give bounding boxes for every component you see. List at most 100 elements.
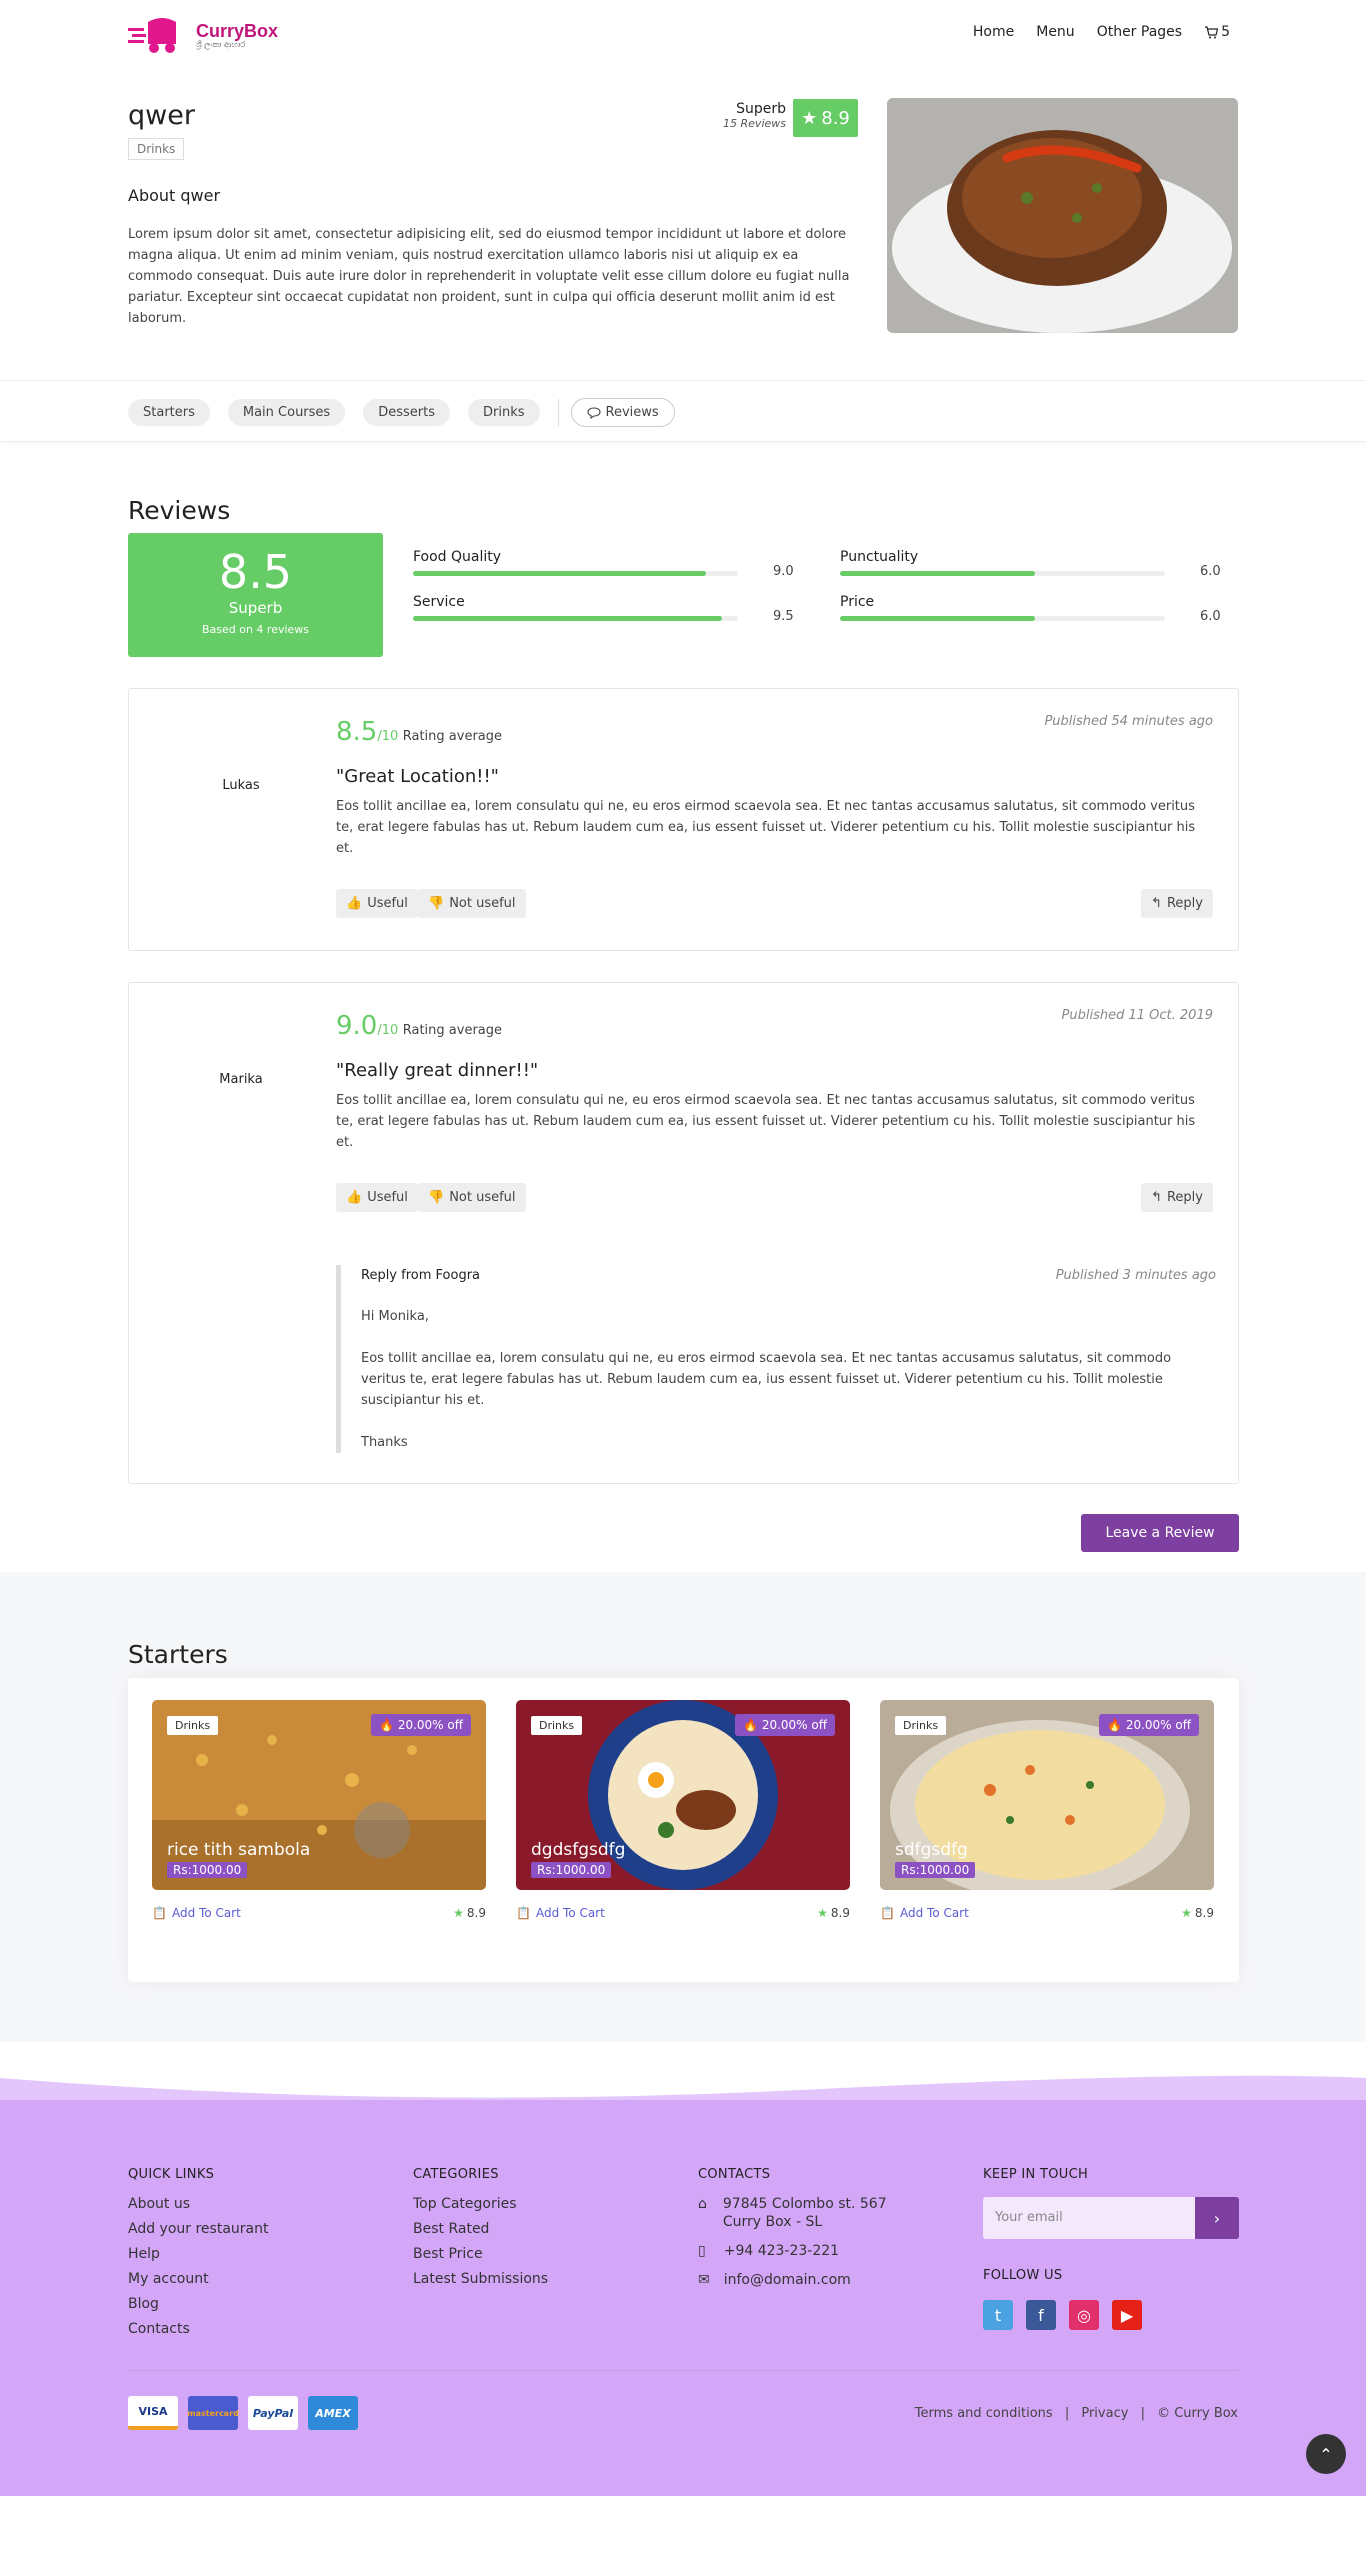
star-icon: ★ <box>1181 1906 1192 1920</box>
footer-link[interactable]: Blog <box>128 2296 268 2312</box>
footer-link[interactable]: My account <box>128 2271 268 2287</box>
tab-starters[interactable]: Starters <box>128 399 210 426</box>
add-to-cart-link[interactable]: 📋 Add To Cart <box>152 1906 241 1920</box>
email-input[interactable]: Your email <box>983 2197 1195 2239</box>
thumbs-up-icon: 👍 <box>346 1190 363 1205</box>
bar-value: 6.0 <box>1200 564 1221 579</box>
useful-button[interactable]: 👍 Useful <box>336 1183 418 1212</box>
review-card: Marika 9.0/10 Rating average Published 1… <box>128 982 1239 1484</box>
product-image: Drinks 🔥 20.00% off dgdsfgsdfg Rs:1000.0… <box>516 1700 850 1890</box>
category-tabs-bar: Starters Main Courses Desserts Drinks Re… <box>0 380 1366 442</box>
add-to-cart-label: Add To Cart <box>171 1906 241 1920</box>
phone-number[interactable]: +94 423-23-221 <box>724 2243 839 2259</box>
not-useful-button[interactable]: 👎 Not useful <box>418 1183 526 1212</box>
not-useful-button[interactable]: 👎 Not useful <box>418 889 526 918</box>
tab-drinks[interactable]: Drinks <box>467 399 540 426</box>
email-address[interactable]: info@domain.com <box>724 2272 851 2288</box>
instagram-icon[interactable]: ◎ <box>1069 2300 1099 2330</box>
footer-link[interactable]: Help <box>128 2246 268 2262</box>
reply-button[interactable]: ↰ Reply <box>1141 889 1213 918</box>
reply-published: Published 3 minutes ago <box>1055 1268 1216 1283</box>
reply-thanks: Thanks <box>361 1435 408 1450</box>
logo[interactable]: CurryBox ශ්‍රී ලංකා ආහාර <box>128 14 278 56</box>
leave-review-button[interactable]: Leave a Review <box>1081 1514 1239 1552</box>
follow-us: FOLLOW US <box>983 2268 1062 2297</box>
privacy-link[interactable]: Privacy <box>1081 2406 1128 2421</box>
footer-link[interactable]: Best Price <box>413 2246 548 2262</box>
twitter-icon[interactable]: t <box>983 2300 1013 2330</box>
add-to-cart-label: Add To Cart <box>899 1906 969 1920</box>
product-image: Drinks 🔥 20.00% off rice tith sambola Rs… <box>152 1700 486 1890</box>
discount-text: 20.00% off <box>761 1718 827 1732</box>
back-to-top-button[interactable]: ⌃ <box>1306 2434 1346 2474</box>
overall-score-box: 8.5 Superb Based on 4 reviews <box>128 533 383 657</box>
nav-home[interactable]: Home <box>973 24 1014 40</box>
product-rating: ★ 8.9 <box>817 1906 850 1920</box>
tab-reviews[interactable]: Reviews <box>570 398 675 427</box>
review-text: Eos tollit ancillae ea, lorem consulatu … <box>336 799 1196 856</box>
useful-label: Useful <box>367 896 408 911</box>
footer-link[interactable]: Add your restaurant <box>128 2221 268 2237</box>
footer-link[interactable]: Top Categories <box>413 2196 548 2212</box>
review-score: 9.0/10 Rating average <box>336 1011 502 1041</box>
not-useful-label: Not useful <box>449 1190 516 1205</box>
bar-value: 9.5 <box>773 609 794 624</box>
overall-score: 8.5 <box>218 545 293 599</box>
cart-icon <box>1205 25 1219 38</box>
bar-punctuality: Punctuality 6.0 <box>840 549 1221 579</box>
facebook-icon[interactable]: f <box>1026 2300 1056 2330</box>
nav-cart[interactable]: 5 <box>1204 24 1230 40</box>
add-to-cart-label: Add To Cart <box>535 1906 605 1920</box>
product-tag: Drinks <box>895 1716 947 1735</box>
published-date: Published 54 minutes ago <box>1044 714 1213 729</box>
reply-button[interactable]: ↰ Reply <box>1141 1183 1213 1212</box>
nav-menu[interactable]: Menu <box>1036 24 1074 40</box>
footer-link[interactable]: Latest Submissions <box>413 2271 548 2287</box>
footer-link[interactable]: About us <box>128 2196 268 2212</box>
star-icon: ★ <box>801 107 818 129</box>
discount-text: 20.00% off <box>397 1718 463 1732</box>
add-to-cart-link[interactable]: 📋 Add To Cart <box>516 1906 605 1920</box>
footer-quick-links: QUICK LINKS About us Add your restaurant… <box>128 2167 268 2346</box>
clipboard-icon: 📋 <box>516 1906 531 1920</box>
tab-desserts[interactable]: Desserts <box>363 399 450 426</box>
nav-other-pages[interactable]: Other Pages <box>1097 24 1182 40</box>
score-value: 8.9 <box>821 107 850 129</box>
youtube-icon[interactable]: ▶ <box>1112 2300 1142 2330</box>
legal-links: Terms and conditions | Privacy | © Curry… <box>914 2406 1238 2421</box>
useful-button[interactable]: 👍 Useful <box>336 889 418 918</box>
add-to-cart-link[interactable]: 📋 Add To Cart <box>880 1906 969 1920</box>
product-card[interactable]: Drinks 🔥 20.00% off dgdsfgsdfg Rs:1000.0… <box>516 1700 850 1926</box>
home-icon: ⌂ <box>698 2196 707 2212</box>
address-line: Curry Box - SL <box>722 2214 823 2230</box>
bar-label: Service <box>413 594 465 610</box>
terms-link[interactable]: Terms and conditions <box>915 2406 1053 2421</box>
keep-in-touch-heading: KEEP IN TOUCH <box>983 2167 1089 2182</box>
tab-main-courses[interactable]: Main Courses <box>227 399 346 426</box>
score-out-of: /10 <box>377 729 399 744</box>
about-heading: About qwer <box>128 186 221 205</box>
reviews-heading: Reviews <box>128 496 231 525</box>
product-card[interactable]: Drinks 🔥 20.00% off rice tith sambola Rs… <box>152 1700 486 1926</box>
product-card[interactable]: Drinks 🔥 20.00% off sdfgsdfg Rs:1000.00 … <box>880 1700 1214 1926</box>
rating-summary: Superb 15 Reviews <box>723 101 786 130</box>
subscribe-button[interactable]: › <box>1195 2197 1239 2239</box>
brand-name: CurryBox <box>196 20 279 41</box>
product-rating: ★ 8.9 <box>453 1906 486 1920</box>
contacts-heading: CONTACTS <box>698 2167 771 2182</box>
chevron-right-icon: › <box>1213 2208 1221 2228</box>
amex-icon: AMEX <box>308 2396 358 2430</box>
tab-divider <box>557 398 559 427</box>
footer-link[interactable]: Contacts <box>128 2321 268 2337</box>
bar-price: Price 6.0 <box>840 594 1221 624</box>
bar-label: Punctuality <box>840 549 919 565</box>
discount-badge: 🔥 20.00% off <box>1099 1714 1199 1736</box>
reply-label: Reply <box>1166 1190 1203 1205</box>
quick-links-heading: QUICK LINKS <box>128 2167 215 2182</box>
product-rating: ★ 8.9 <box>1181 1906 1214 1920</box>
thumbs-down-icon: 👎 <box>428 896 445 911</box>
mail-icon: ✉ <box>698 2272 710 2288</box>
hero-food-image <box>887 98 1238 333</box>
follow-us-heading: FOLLOW US <box>983 2268 1063 2283</box>
footer-link[interactable]: Best Rated <box>413 2221 548 2237</box>
